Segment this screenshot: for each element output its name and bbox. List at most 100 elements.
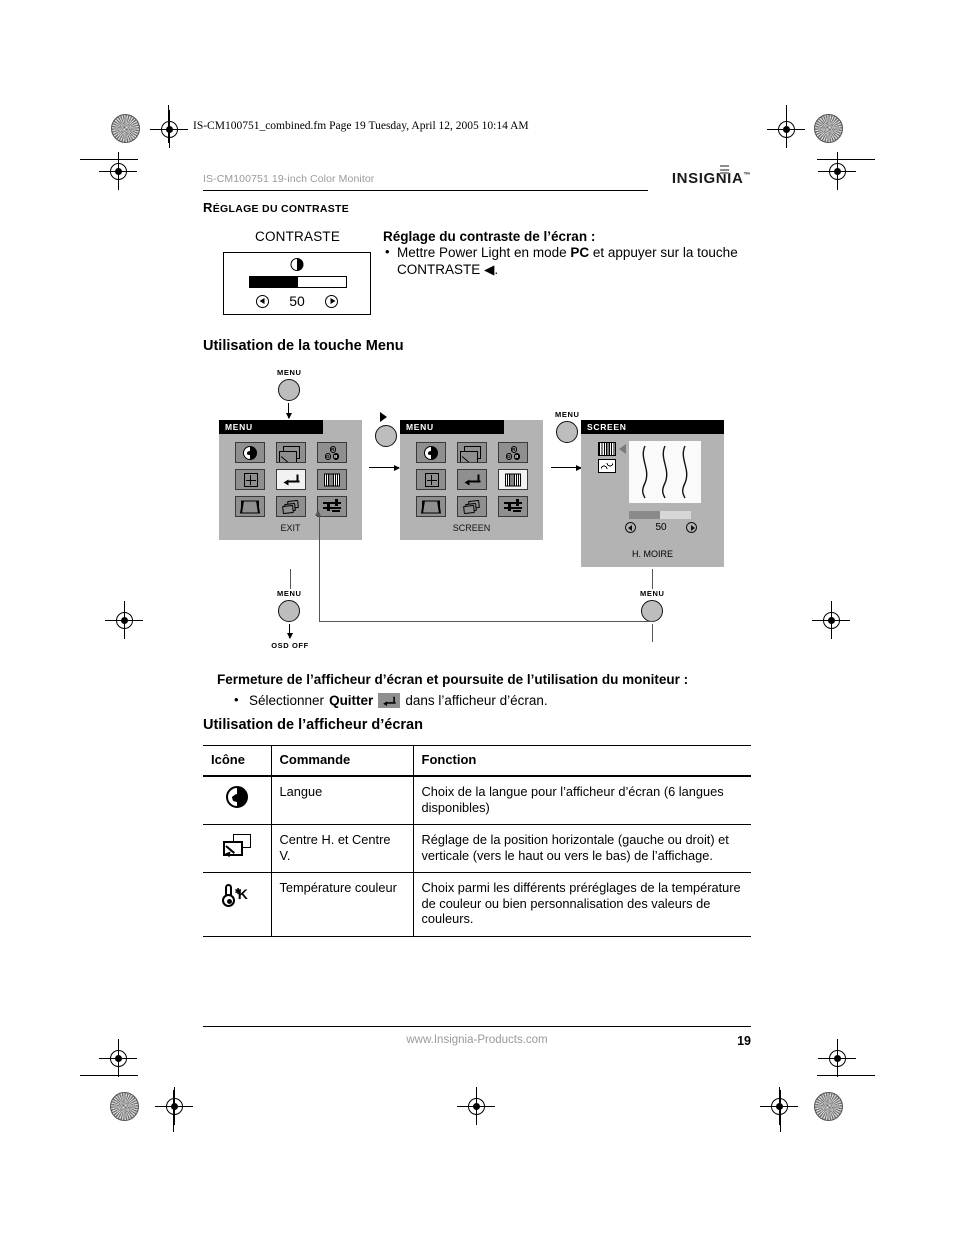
size-hv-icon[interactable] [415, 469, 446, 490]
color-temperature-rgb-icon[interactable]: RGB [497, 442, 528, 463]
osd-commands-table: Icône Commande Fonction Langue Choix de … [203, 745, 751, 937]
contrast-increase-icon[interactable] [325, 294, 338, 308]
menu-button-bottom-right-knob[interactable] [641, 600, 664, 622]
closing-bullet-bold: Quitter [329, 693, 374, 708]
return-line-from-panel1 [290, 569, 291, 589]
header-rule [203, 190, 648, 191]
center-hv-icon[interactable] [456, 442, 487, 463]
table-head: Icône Commande Fonction [203, 745, 751, 777]
moire-grid-icon[interactable] [497, 469, 528, 490]
contrast-section: CONTRASTE 50 Réglage du contraste de l’é… [203, 229, 751, 334]
menu-button-top-knob[interactable] [278, 379, 301, 401]
row-function-cell: Choix parmi les différents préréglages d… [412, 872, 751, 937]
misc-slider-icon[interactable] [316, 496, 347, 517]
row-command-cell: Langue [270, 776, 413, 825]
logo-text: INSIGNIA [671, 170, 744, 187]
page-footer: www.Insignia-Products.com 19 [203, 1034, 751, 1048]
bullet-text-bold: PC [570, 245, 590, 260]
trapezoid-icon[interactable] [234, 496, 265, 517]
color-temperature-icon: ✱ K [220, 882, 254, 908]
menu-button-bottom-left[interactable]: MENU [277, 589, 301, 622]
moire-grid-icon[interactable] [316, 469, 347, 490]
contrast-instructions-heading: Réglage du contraste de l’écran : [383, 229, 596, 244]
menu-button-bottom-left-knob[interactable] [278, 600, 301, 622]
footer-website: www.Insignia-Products.com [406, 1034, 548, 1046]
exit-enter-icon[interactable] [456, 469, 487, 490]
contrast-decrease-icon[interactable] [256, 294, 269, 308]
center-hv-icon [222, 834, 251, 858]
osd-panel-3-title: SCREEN [581, 420, 724, 434]
pincushion-pages-icon[interactable] [456, 496, 487, 517]
pincushion-pages-icon[interactable] [275, 496, 306, 517]
h-moire-value: 50 [655, 522, 667, 533]
osd-panel-menu-2: MENU RGB SCREEN [400, 420, 543, 540]
return-path-left-up [319, 516, 320, 622]
h-moire-bar-fill [629, 511, 660, 519]
menu-button-right-knob[interactable] [556, 421, 579, 443]
list-item: Mettre Power Light en mode PC et appuyer… [383, 244, 753, 278]
center-hv-icon[interactable] [275, 442, 306, 463]
menu-button-right[interactable]: MENU [555, 410, 579, 443]
osd-panel-screen: SCREEN 50 H. MOIRE [581, 420, 724, 567]
document-page: IS-CM100751_combined.fm Page 19 Tuesday,… [0, 0, 954, 1235]
bullet-text-pre: Mettre Power Light en mode [397, 245, 571, 260]
row-icon-cell: ✱ K [203, 872, 271, 937]
running-head-title: IS-CM100751 19-inch Color Monitor [203, 173, 375, 185]
menu-button-top[interactable]: MENU [277, 368, 301, 401]
print-header-line: IS-CM100751_combined.fm Page 19 Tuesday,… [193, 120, 529, 132]
v-moire-icon[interactable] [598, 459, 616, 473]
closing-bullet-pre: Sélectionner [249, 693, 325, 708]
color-temperature-rgb-icon[interactable]: RGB [316, 442, 347, 463]
contrast-value: 50 [289, 293, 305, 309]
osd-flow-diagram: MENU MENU RGB EXIT MENU R G B SCREEN MEN… [203, 366, 751, 666]
contrast-bar-fill [250, 277, 298, 287]
column-header-icone: Icône [203, 745, 271, 777]
arrow-to-osd-off [289, 624, 291, 638]
language-globe-icon[interactable] [415, 442, 446, 463]
exit-enter-icon[interactable] [378, 693, 401, 708]
h-moire-increase-icon[interactable] [686, 522, 697, 533]
osd-usage-heading: Utilisation de l’afficheur d’écran [203, 717, 423, 733]
logo-bars-icon [719, 165, 729, 186]
menu-button-bottom-right[interactable]: MENU [640, 589, 664, 622]
arrow-panel2-to-panel3 [551, 467, 581, 469]
logo-tm: ™ [743, 172, 751, 179]
menu-button-middle-knob[interactable] [375, 425, 397, 447]
contrast-instruction-list: Mettre Power Light en mode PC et appuyer… [383, 244, 753, 278]
closing-section: Fermeture de l’afficheur d’écran et pour… [203, 672, 751, 708]
h-moire-decrease-icon[interactable] [625, 522, 636, 533]
row-icon-cell [203, 824, 271, 873]
page-header: IS-CM100751 19-inch Color Monitor INSIGN… [203, 165, 751, 187]
return-line-from-panel3 [652, 569, 653, 589]
menu-button-right-label: MENU [555, 410, 580, 419]
exit-enter-icon[interactable] [275, 469, 306, 490]
page-number: 19 [737, 1034, 751, 1048]
closing-heading: Fermeture de l’afficheur d’écran et pour… [217, 672, 689, 687]
osd-panel-3-body: 50 [581, 434, 724, 547]
insignia-logo: INSIGNIA™ [671, 165, 751, 187]
arrow-panel1-to-panel2 [369, 467, 399, 469]
table-body: Langue Choix de la langue pour l’affiche… [203, 776, 751, 937]
row-function-cell: Réglage de la position horizontale (gauc… [412, 824, 751, 873]
page-content: IS-CM100751 19-inch Color Monitor INSIGN… [203, 165, 751, 937]
h-moire-icon[interactable] [598, 442, 616, 456]
menu-button-top-label: MENU [277, 368, 302, 377]
contrast-half-circle-icon [290, 258, 304, 271]
menu-button-middle[interactable] [375, 425, 397, 447]
size-hv-icon[interactable] [234, 469, 265, 490]
column-header-commande: Commande [270, 745, 413, 777]
osd-panel-1-icon-grid: RGB [219, 434, 362, 519]
menu-usage-heading: Utilisation de la touche Menu [203, 338, 404, 354]
osd-panel-2-icon-grid: RGB [400, 434, 543, 519]
table-row: ✱ K Température couleur Choix parmi les d… [203, 872, 751, 937]
row-command-cell: Température couleur [270, 872, 413, 937]
trapezoid-icon[interactable] [415, 496, 446, 517]
osd-off-label: OSD OFF [271, 641, 309, 650]
osd-panel-1-title: MENU [219, 420, 323, 434]
contrast-bar-track [249, 276, 347, 288]
section-kicker: RÉGLAGE DU CONTRASTE [203, 200, 751, 215]
misc-slider-icon[interactable] [497, 496, 528, 517]
language-globe-icon[interactable] [234, 442, 265, 463]
closing-bullet-post: dans l’afficheur d’écran. [405, 693, 548, 708]
moire-preview [629, 441, 701, 503]
